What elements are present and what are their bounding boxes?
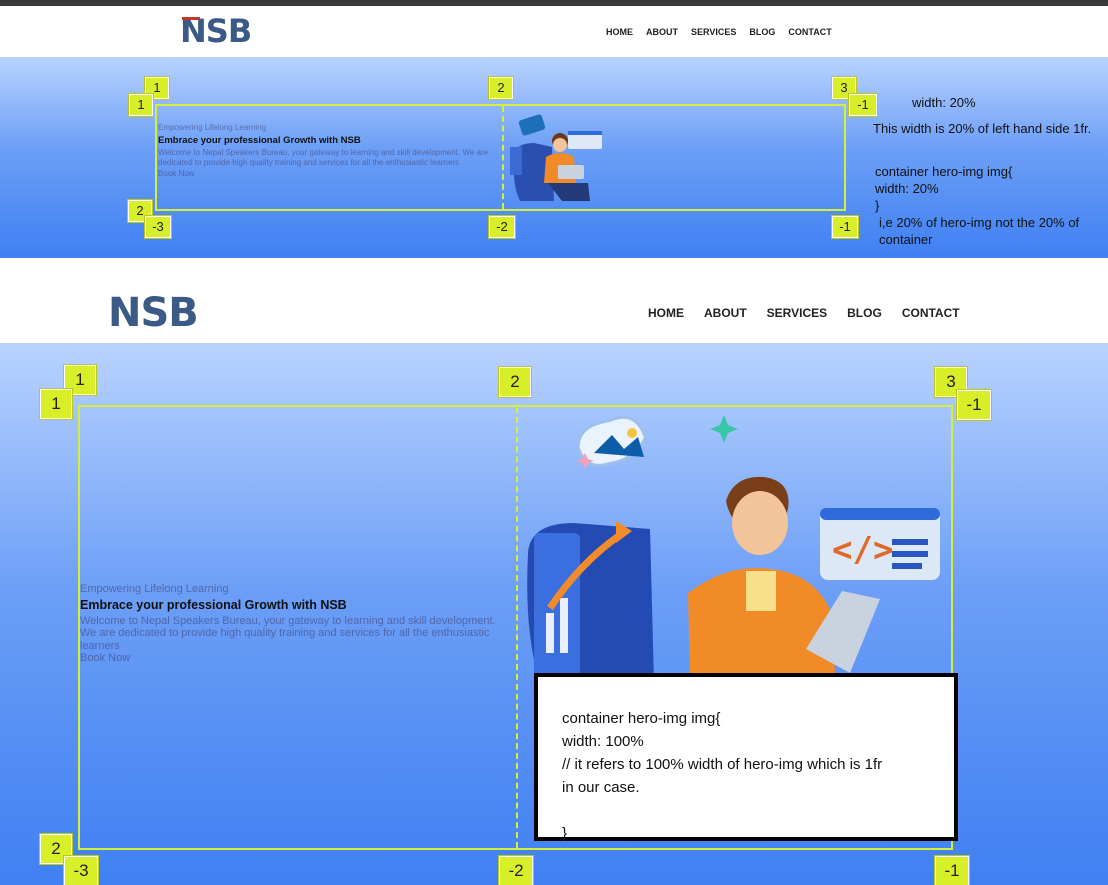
bottom-code-line-3: // it refers to 100% width of hero-img w…: [562, 756, 883, 773]
bottom-screenshot: NSB HOME ABOUT SERVICES BLOG CONTACT </>: [0, 274, 1108, 885]
bottom-code-line-4: in our case.: [562, 779, 640, 796]
nav-services[interactable]: SERVICES: [691, 27, 736, 37]
nav-home[interactable]: HOME: [648, 306, 684, 320]
nav-home[interactable]: HOME: [606, 27, 633, 37]
bottom-code-line-1: container hero-img img{: [562, 710, 721, 727]
nav-contact[interactable]: CONTACT: [788, 27, 831, 37]
hero-subtitle: Empowering Lifelong Learning: [80, 583, 229, 595]
top-label-bottom-2: -2: [489, 216, 515, 238]
top-hero-illustration: [510, 114, 602, 201]
bottom-code-line-2: width: 100%: [562, 733, 644, 750]
bottom-nav-menu: HOME ABOUT SERVICES BLOG CONTACT: [648, 306, 960, 320]
top-code-line-3: }: [875, 198, 880, 213]
logo-text: NSB: [108, 290, 199, 336]
top-note-width: width: 20%: [912, 95, 976, 110]
hero-cta[interactable]: Book Now: [80, 652, 510, 665]
bottom-hero-text: Empowering Lifelong Learning Embrace you…: [80, 583, 510, 665]
bottom-grid-mid-line: [516, 407, 518, 848]
hero-title: Embrace your professional Growth with NS…: [80, 597, 347, 612]
top-code-line-2: width: 20%: [875, 181, 939, 196]
top-label-bottom-1: -1: [832, 216, 858, 238]
hero-title: Embrace your professional Growth with NS…: [158, 134, 361, 146]
bottom-navbar: NSB HOME ABOUT SERVICES BLOG CONTACT: [0, 274, 1108, 343]
nav-contact[interactable]: CONTACT: [902, 306, 960, 320]
bottom-label-left-1: 1: [40, 389, 72, 419]
hero-description: Welcome to Nepal Speakers Bureau, your g…: [158, 147, 489, 168]
bottom-code-annotation: container hero-img img{ width: 100% // i…: [534, 673, 958, 842]
top-nav-menu: HOME ABOUT SERVICES BLOG CONTACT: [606, 27, 832, 37]
hero-description: Welcome to Nepal Speakers Bureau, your g…: [80, 614, 496, 652]
top-code-line-4: i,e 20% of hero-img not the 20% of: [879, 215, 1080, 230]
top-code-line-1: container hero-img img{: [875, 164, 1013, 179]
top-label-bottom-3: -3: [145, 216, 171, 238]
hero-subtitle: Empowering Lifelong Learning: [158, 123, 267, 132]
bottom-label-top-2: 2: [499, 367, 531, 397]
bottom-code-line-5: }: [562, 825, 568, 842]
top-note-code: container hero-img img{ width: 20% } i,e…: [875, 163, 1105, 248]
top-label-top-2: 2: [489, 77, 513, 99]
top-navbar: NSB HOME ABOUT SERVICES BLOG CONTACT: [0, 6, 1108, 57]
nav-about[interactable]: ABOUT: [646, 27, 678, 37]
bottom-logo[interactable]: NSB: [108, 290, 199, 336]
hero-cta[interactable]: Book Now: [158, 169, 498, 180]
top-note-explain: This width is 20% of left hand side 1fr.: [873, 121, 1092, 136]
top-hero-text: Empowering Lifelong Learning Embrace you…: [158, 123, 498, 179]
bottom-hero-illustration: </>: [527, 415, 940, 683]
top-label-right-1: -1: [849, 94, 877, 116]
top-code-line-5: container: [879, 232, 933, 247]
bottom-label-bottom-3: -3: [64, 856, 98, 885]
svg-text:</>: </>: [832, 530, 893, 570]
top-screenshot: NSB HOME ABOUT SERVICES BLOG CONTACT Emp…: [0, 6, 1108, 258]
top-hero-section: Empowering Lifelong Learning Embrace you…: [0, 57, 1108, 258]
bottom-label-bottom-1: -1: [935, 856, 969, 885]
nav-services[interactable]: SERVICES: [767, 306, 827, 320]
nav-blog[interactable]: BLOG: [749, 27, 775, 37]
top-label-left-1: 1: [129, 94, 153, 116]
nav-blog[interactable]: BLOG: [847, 306, 882, 320]
top-logo[interactable]: NSB: [180, 14, 252, 48]
bottom-label-bottom-2: -2: [499, 856, 533, 885]
logo-accent-bar: [182, 17, 200, 20]
bottom-label-right-1: -1: [957, 390, 991, 420]
bottom-hero-section: </> Empowering Lifelong Learning Embrace…: [0, 343, 1108, 885]
nav-about[interactable]: ABOUT: [704, 306, 747, 320]
